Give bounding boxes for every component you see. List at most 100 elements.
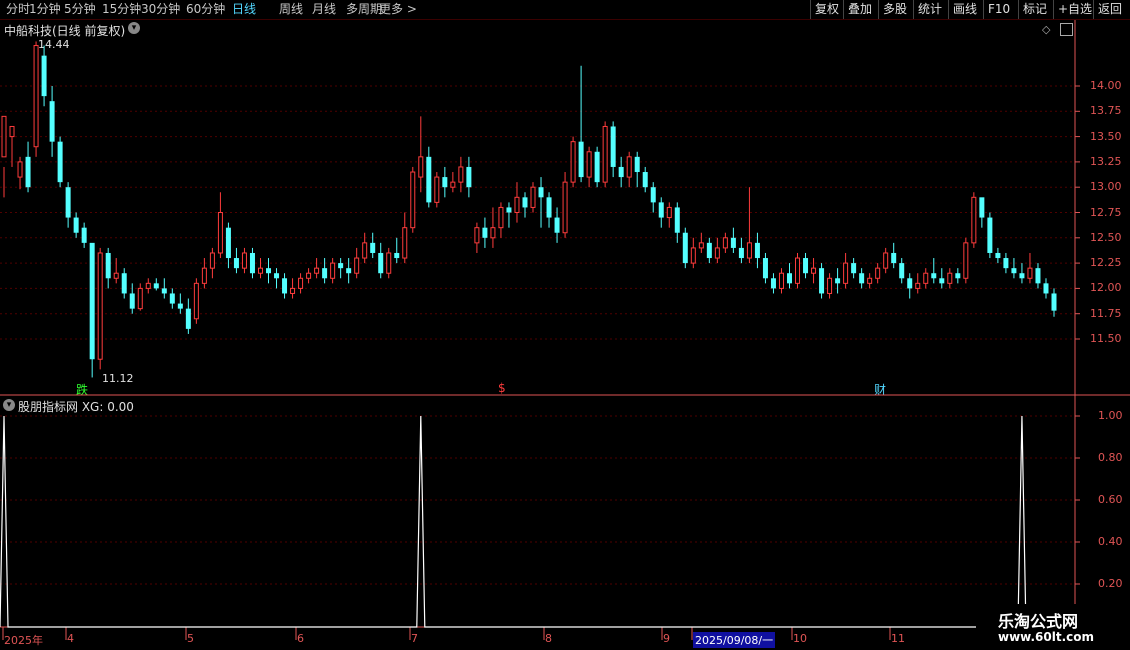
candle — [1019, 263, 1025, 284]
candle-body — [738, 247, 744, 259]
candle-body — [803, 258, 809, 274]
candle — [434, 172, 440, 208]
candle — [282, 273, 288, 299]
candle-body — [153, 283, 159, 289]
candle — [426, 146, 432, 208]
candle — [306, 268, 312, 284]
candle — [827, 273, 833, 299]
date-tick: 9 — [663, 632, 670, 645]
candle — [987, 212, 993, 259]
candle-body — [538, 187, 544, 198]
candle-body — [795, 257, 801, 284]
candle-body — [266, 268, 272, 274]
candle-body — [979, 197, 985, 218]
candle-body — [770, 278, 776, 289]
candle — [474, 222, 480, 253]
candle-body — [386, 252, 392, 274]
candle-body — [274, 273, 280, 279]
candle-body — [522, 197, 528, 208]
candle — [955, 268, 961, 284]
candle — [762, 252, 768, 284]
candle-body — [778, 272, 784, 289]
candle — [1051, 288, 1057, 317]
candle-body — [514, 196, 520, 214]
candle-body — [362, 242, 368, 259]
candle-body — [995, 252, 1001, 259]
candle-body — [819, 268, 825, 294]
candle-body — [843, 262, 849, 284]
candle-body — [65, 187, 71, 218]
candle-body — [241, 252, 247, 269]
candle — [907, 273, 913, 299]
candle — [714, 237, 720, 264]
candle-body — [594, 151, 600, 183]
candle-body — [490, 227, 496, 239]
indicator-tick: 0.40 — [1098, 535, 1123, 548]
candle — [979, 197, 985, 228]
candle — [482, 217, 488, 248]
candle — [394, 237, 400, 264]
date-tick: 7 — [411, 632, 418, 645]
candle — [594, 146, 600, 188]
price-tick: 11.50 — [1090, 332, 1122, 345]
candle-body — [161, 288, 167, 294]
candle — [738, 237, 744, 264]
candle — [346, 258, 352, 284]
candle — [121, 268, 127, 299]
candle-body — [642, 172, 648, 188]
candle-body — [682, 232, 688, 264]
candle — [201, 258, 207, 289]
candle-body — [610, 126, 616, 167]
candle-body — [746, 242, 752, 259]
candle — [9, 125, 15, 167]
price-tick: 12.00 — [1090, 281, 1122, 295]
candle-body — [1011, 268, 1017, 274]
candle — [169, 288, 175, 309]
candle-body — [57, 141, 63, 183]
candle-body — [169, 293, 175, 304]
candle-body — [618, 166, 624, 178]
candle-body — [282, 278, 288, 294]
price-tick: 12.25 — [1090, 256, 1122, 270]
candle-body — [666, 206, 672, 219]
candle — [145, 278, 151, 294]
candle-body — [338, 263, 344, 269]
candle-body — [105, 252, 111, 279]
candle — [546, 192, 552, 228]
candle-body — [209, 252, 215, 269]
candle — [899, 258, 905, 284]
candle — [690, 237, 696, 269]
candle-body — [9, 125, 15, 138]
candle — [947, 268, 953, 289]
candle — [658, 197, 664, 228]
candle-body — [1043, 283, 1049, 294]
candle — [466, 156, 472, 198]
candle-body — [418, 156, 424, 178]
candle — [442, 166, 448, 198]
candle — [410, 166, 416, 233]
candle — [298, 273, 304, 294]
candle — [193, 278, 199, 324]
candle-body — [177, 303, 183, 309]
candle-body — [97, 252, 103, 360]
candle-body — [971, 196, 977, 244]
candle — [129, 283, 135, 314]
candle-body — [730, 237, 736, 248]
candle-body — [955, 273, 961, 279]
date-tick: 5 — [187, 632, 194, 645]
candle — [105, 247, 111, 289]
candle — [378, 242, 384, 279]
candle — [97, 247, 103, 370]
candle — [819, 263, 825, 299]
candle — [65, 182, 71, 228]
indicator-tick: 0.20 — [1098, 577, 1123, 590]
candle — [113, 258, 119, 284]
candle — [137, 283, 143, 311]
candle-body — [322, 268, 328, 279]
candle-body — [722, 237, 728, 249]
candle-body — [714, 247, 720, 259]
candle-body — [233, 258, 239, 269]
watermark-title: 乐淘公式网 — [998, 612, 1079, 631]
candle-body — [225, 227, 231, 259]
candle-body — [330, 262, 336, 279]
